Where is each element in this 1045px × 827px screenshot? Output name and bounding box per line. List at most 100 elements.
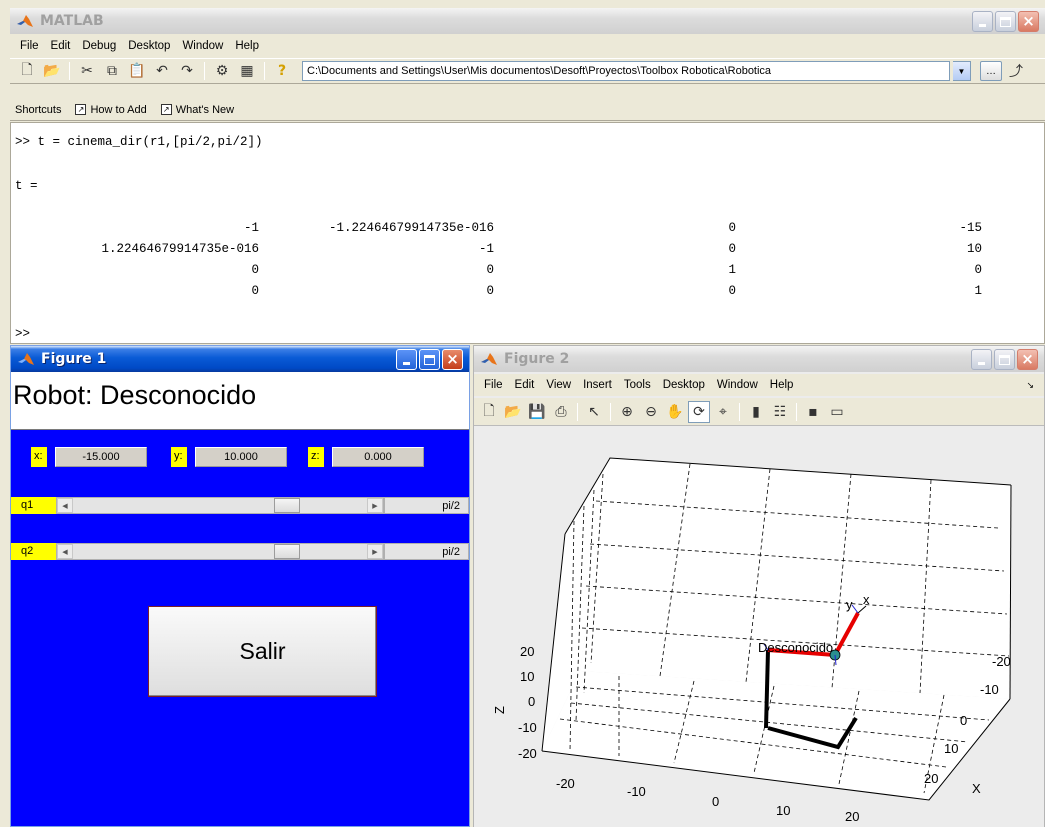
toolbar-separator: [739, 402, 740, 421]
how-to-add-shortcut[interactable]: ↗ How to Add: [75, 104, 147, 116]
close-button[interactable]: ×: [1017, 349, 1038, 370]
maximize-button[interactable]: [995, 11, 1016, 32]
cut-icon[interactable]: ✂: [76, 60, 98, 82]
show-plot-tools-icon[interactable]: ▭: [826, 401, 848, 423]
menu-debug[interactable]: Debug: [76, 40, 122, 52]
q2-slider[interactable]: ◀ ▶: [56, 543, 384, 560]
z-label: z:: [308, 447, 324, 467]
minimize-button[interactable]: [396, 349, 417, 370]
matlab-logo-icon: [17, 15, 33, 27]
minimize-button[interactable]: [972, 11, 993, 32]
command-prompt[interactable]: >>: [15, 327, 30, 341]
matlab-toolbar: 🗋 📂 ✂ ⧉ 📋 ↶ ↷ ⚙ ▦ ? C:\Documents and Set…: [10, 58, 1045, 84]
shortcut-icon: ↗: [75, 104, 87, 115]
dock-arrow-icon[interactable]: ↘: [1026, 380, 1034, 391]
pan-hand-icon[interactable]: ✋: [664, 401, 686, 423]
menu-edit[interactable]: Edit: [45, 40, 77, 52]
exit-button[interactable]: Salir: [148, 606, 377, 697]
data-cursor-icon[interactable]: ⌖: [712, 401, 734, 423]
menu-tools[interactable]: Tools: [618, 379, 657, 391]
z-value-field: 0.000: [332, 447, 424, 467]
y-label: y:: [171, 447, 187, 467]
q1-slider-thumb[interactable]: [274, 498, 300, 513]
save-icon[interactable]: 💾: [526, 401, 548, 423]
hide-plot-tools-icon[interactable]: ▪: [802, 401, 824, 423]
menu-desktop[interactable]: Desktop: [122, 40, 176, 52]
zoom-out-icon[interactable]: ⊖: [640, 401, 662, 423]
menu-window[interactable]: Window: [176, 40, 229, 52]
figure1-titlebar[interactable]: Figure 1 ×: [11, 346, 469, 372]
parent-folder-icon[interactable]: ⤴: [1005, 60, 1027, 82]
redo-icon[interactable]: ↷: [176, 60, 198, 82]
menu-desktop[interactable]: Desktop: [657, 379, 711, 391]
minimize-icon: [979, 24, 986, 27]
z-tick-label: -20: [518, 746, 537, 761]
open-folder-icon[interactable]: 📂: [41, 60, 63, 82]
shortcuts-bar: Shortcuts ↗ How to Add ↗ What's New: [10, 99, 1045, 121]
q2-slider-thumb[interactable]: [274, 544, 300, 559]
menu-help[interactable]: Help: [764, 379, 800, 391]
minimize-button[interactable]: [971, 349, 992, 370]
pointer-icon[interactable]: ↖: [583, 401, 605, 423]
q1-slider[interactable]: ◀ ▶: [56, 497, 384, 514]
matrix-cell: 0: [974, 263, 982, 277]
y-tick-label: 0: [960, 713, 967, 728]
matrix-cell: 1: [728, 263, 736, 277]
plot-area[interactable]: Desconocido y x 20 10 0 -10 -20 Z -20 -1…: [474, 428, 1044, 827]
y-tick-label: 10: [944, 741, 958, 756]
new-figure-icon[interactable]: 🗋: [478, 401, 500, 423]
figure2-menubar: File Edit View Insert Tools Desktop Wind…: [474, 374, 1044, 396]
q2-label: q2: [11, 543, 56, 560]
robot-name-annotation: Desconocido: [758, 640, 833, 655]
menu-file[interactable]: File: [478, 379, 509, 391]
chevron-left-icon[interactable]: ◀: [57, 544, 73, 559]
maximize-button[interactable]: [994, 349, 1015, 370]
help-icon[interactable]: ?: [271, 60, 293, 82]
chevron-right-icon[interactable]: ▶: [367, 498, 383, 513]
maximize-button[interactable]: [419, 349, 440, 370]
menu-edit[interactable]: Edit: [509, 379, 541, 391]
legend-icon[interactable]: ☷: [769, 401, 791, 423]
paste-icon[interactable]: 📋: [126, 60, 148, 82]
command-window[interactable]: >> t = cinema_dir(r1,[pi/2,pi/2]) t = -1…: [10, 122, 1045, 344]
whats-new-shortcut[interactable]: ↗ What's New: [160, 104, 234, 116]
colorbar-icon[interactable]: ▮: [745, 401, 767, 423]
x-tick-label: 20: [845, 809, 859, 824]
copy-icon[interactable]: ⧉: [101, 60, 123, 82]
menu-view[interactable]: View: [540, 379, 577, 391]
axes-3d[interactable]: Desconocido y x 20 10 0 -10 -20 Z -20 -1…: [474, 428, 1044, 827]
guide-icon[interactable]: ▦: [236, 60, 258, 82]
close-button[interactable]: ×: [442, 349, 463, 370]
menu-window[interactable]: Window: [711, 379, 764, 391]
matrix-cell: -1: [478, 242, 494, 256]
open-folder-icon[interactable]: 📂: [502, 401, 524, 423]
chevron-left-icon[interactable]: ◀: [57, 498, 73, 513]
menu-file[interactable]: File: [14, 40, 45, 52]
menu-help[interactable]: Help: [229, 40, 265, 52]
matrix-cell: 1.22464679914735e-016: [101, 242, 259, 256]
simulink-icon[interactable]: ⚙: [211, 60, 233, 82]
matlab-titlebar[interactable]: MATLAB ×: [10, 8, 1045, 34]
chevron-right-icon[interactable]: ▶: [367, 544, 383, 559]
browse-folder-button[interactable]: …: [980, 61, 1002, 81]
frame-label-x: x: [863, 592, 870, 607]
matrix-row: 0 0 0 1: [11, 284, 1044, 302]
x-tick-label: 0: [712, 794, 719, 809]
q1-value-field[interactable]: pi/2: [384, 497, 469, 514]
new-file-icon[interactable]: 🗋: [16, 60, 38, 82]
maximize-icon: [999, 354, 1010, 365]
matlab-title: MATLAB: [40, 13, 104, 29]
figure2-titlebar[interactable]: Figure 2 ×: [474, 346, 1044, 372]
figure1-window: Figure 1 × Robot: Desconocido x: -15.000…: [10, 345, 470, 827]
chevron-down-icon[interactable]: ▼: [953, 61, 971, 81]
undo-icon[interactable]: ↶: [151, 60, 173, 82]
zoom-in-icon[interactable]: ⊕: [616, 401, 638, 423]
q2-value-field[interactable]: pi/2: [384, 543, 469, 560]
menu-insert[interactable]: Insert: [577, 379, 618, 391]
current-folder-input[interactable]: C:\Documents and Settings\User\Mis docum…: [302, 61, 950, 81]
matrix-row: 0 0 1 0: [11, 263, 1044, 281]
figure2-toolbar: 🗋 📂 💾 ⎙ ↖ ⊕ ⊖ ✋ ⟳ ⌖ ▮ ☷ ▪ ▭: [474, 398, 1044, 426]
rotate3d-icon[interactable]: ⟳: [688, 400, 710, 423]
close-button[interactable]: ×: [1018, 11, 1039, 32]
print-icon[interactable]: ⎙: [550, 401, 572, 423]
